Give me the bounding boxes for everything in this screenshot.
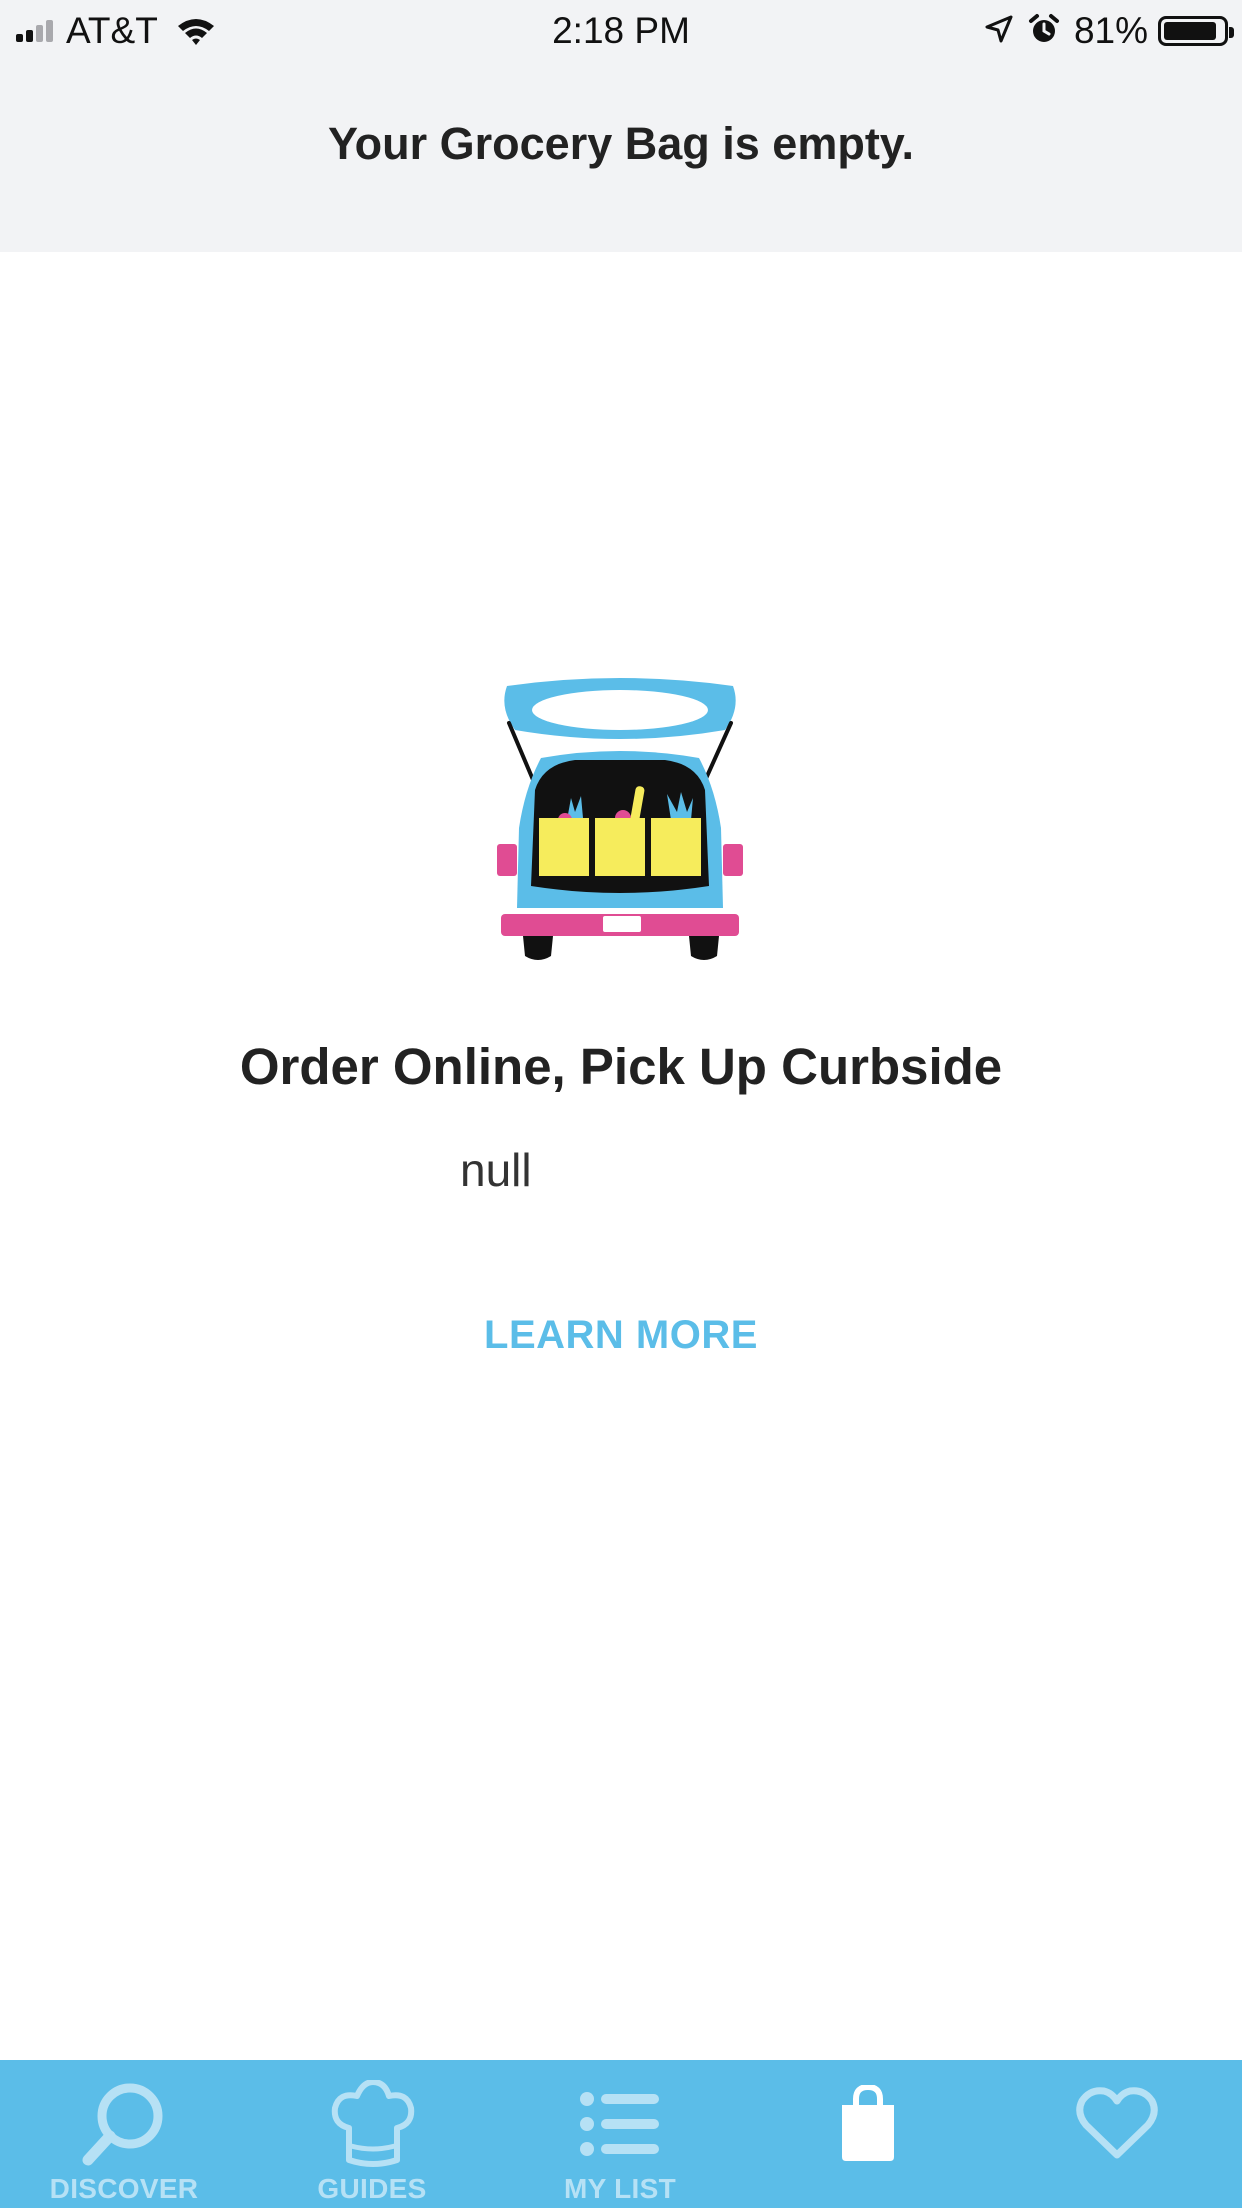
battery-icon [1158,16,1234,46]
tab-label: DISCOVER [49,2173,199,2204]
search-icon [0,2078,248,2170]
carrier-name: AT&T [66,10,158,51]
promo-title: Order Online, Pick Up Curbside [239,1038,1003,1095]
tab-guides[interactable]: GUIDES [248,2060,496,2208]
tab-discover[interactable]: DISCOVER [0,2060,248,2208]
tab-label: GUIDES [317,2173,427,2204]
status-right: 81% [984,8,1234,54]
cellular-signal-icon [16,20,56,42]
page-title: Your Grocery Bag is empty. [327,118,914,169]
learn-more-link[interactable]: LEARN MORE [0,1313,1242,1358]
status-bar: AT&T 2:18 PM 81% [0,0,1242,62]
tab-grocery-bag[interactable] [744,2060,992,2208]
status-left: AT&T [16,8,216,54]
top-area: AT&T 2:18 PM 81% Your Grocery Bag is emp… [0,0,1242,252]
shopping-bag-icon [744,2078,992,2170]
wifi-icon [176,16,216,46]
tab-label: MY LIST [563,2173,677,2204]
alarm-icon [1028,13,1060,50]
chef-hat-icon [248,2078,496,2170]
heart-icon [992,2078,1242,2170]
tab-favorites[interactable] [992,2060,1242,2208]
tab-my-list[interactable]: MY LIST [496,2060,744,2208]
car-trunk-groceries-illustration [495,678,745,964]
battery-percent: 81% [1073,10,1148,51]
list-icon [496,2078,744,2170]
tab-bar: DISCOVER GUIDES MY LIST [0,2060,1242,2208]
promo-body-text: null [460,1144,532,1196]
location-arrow-icon [984,14,1014,49]
